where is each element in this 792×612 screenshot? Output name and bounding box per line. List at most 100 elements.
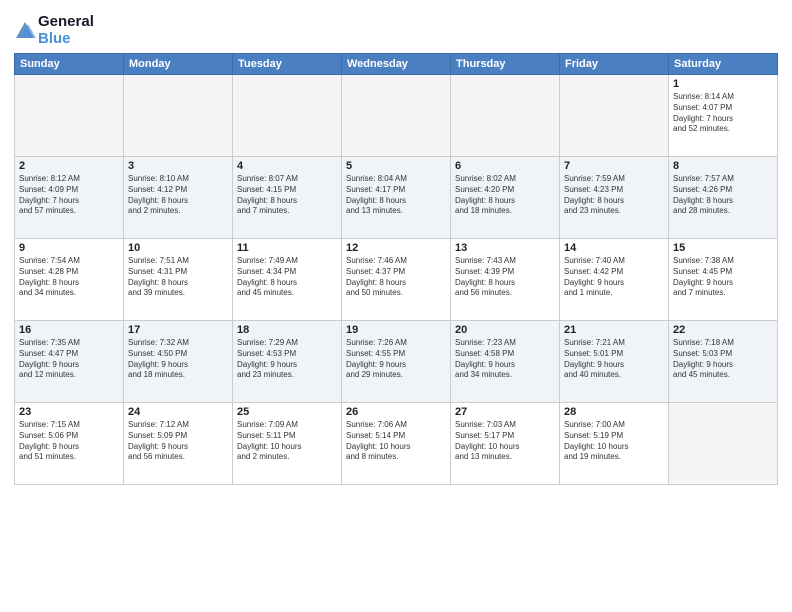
calendar-cell: 3 Sunrise: 8:10 AM Sunset: 4:12 PM Daylig…	[124, 157, 233, 239]
logo: General Blue	[14, 14, 94, 47]
day-number: 9	[19, 242, 119, 254]
day-info: Sunrise: 7:09 AM Sunset: 5:11 PM Dayligh…	[237, 420, 337, 463]
day-info: Sunrise: 8:12 AM Sunset: 4:09 PM Dayligh…	[19, 174, 119, 217]
day-info: Sunrise: 7:35 AM Sunset: 4:47 PM Dayligh…	[19, 338, 119, 381]
calendar-cell	[124, 75, 233, 157]
logo-text: General Blue	[38, 14, 94, 47]
day-number: 19	[346, 324, 446, 336]
day-number: 2	[19, 160, 119, 172]
weekday-header-saturday: Saturday	[669, 54, 778, 75]
day-number: 20	[455, 324, 555, 336]
day-info: Sunrise: 7:00 AM Sunset: 5:19 PM Dayligh…	[564, 420, 664, 463]
day-number: 4	[237, 160, 337, 172]
weekday-header-monday: Monday	[124, 54, 233, 75]
calendar-cell: 11 Sunrise: 7:49 AM Sunset: 4:34 PM Dayli…	[233, 239, 342, 321]
calendar-week-row: 23 Sunrise: 7:15 AM Sunset: 5:06 PM Dayli…	[15, 403, 778, 485]
day-number: 10	[128, 242, 228, 254]
calendar-cell: 9 Sunrise: 7:54 AM Sunset: 4:28 PM Daylig…	[15, 239, 124, 321]
day-info: Sunrise: 8:14 AM Sunset: 4:07 PM Dayligh…	[673, 92, 773, 135]
day-info: Sunrise: 7:26 AM Sunset: 4:55 PM Dayligh…	[346, 338, 446, 381]
day-info: Sunrise: 8:10 AM Sunset: 4:12 PM Dayligh…	[128, 174, 228, 217]
day-info: Sunrise: 7:40 AM Sunset: 4:42 PM Dayligh…	[564, 256, 664, 299]
day-info: Sunrise: 8:02 AM Sunset: 4:20 PM Dayligh…	[455, 174, 555, 217]
day-number: 6	[455, 160, 555, 172]
calendar-cell: 24 Sunrise: 7:12 AM Sunset: 5:09 PM Dayli…	[124, 403, 233, 485]
day-info: Sunrise: 7:03 AM Sunset: 5:17 PM Dayligh…	[455, 420, 555, 463]
calendar-cell	[451, 75, 560, 157]
day-info: Sunrise: 7:29 AM Sunset: 4:53 PM Dayligh…	[237, 338, 337, 381]
calendar-cell: 5 Sunrise: 8:04 AM Sunset: 4:17 PM Daylig…	[342, 157, 451, 239]
calendar-week-row: 16Sunrise: 7:35 AM Sunset: 4:47 PM Dayli…	[15, 321, 778, 403]
day-info: Sunrise: 7:15 AM Sunset: 5:06 PM Dayligh…	[19, 420, 119, 463]
day-number: 5	[346, 160, 446, 172]
calendar-cell: 22 Sunrise: 7:18 AM Sunset: 5:03 PM Dayli…	[669, 321, 778, 403]
day-number: 8	[673, 160, 773, 172]
calendar-cell: 28 Sunrise: 7:00 AM Sunset: 5:19 PM Dayli…	[560, 403, 669, 485]
day-number: 18	[237, 324, 337, 336]
day-number: 11	[237, 242, 337, 254]
calendar-cell: 27 Sunrise: 7:03 AM Sunset: 5:17 PM Dayli…	[451, 403, 560, 485]
day-info: Sunrise: 7:51 AM Sunset: 4:31 PM Dayligh…	[128, 256, 228, 299]
calendar-cell	[669, 403, 778, 485]
day-info: Sunrise: 7:18 AM Sunset: 5:03 PM Dayligh…	[673, 338, 773, 381]
day-info: Sunrise: 7:54 AM Sunset: 4:28 PM Dayligh…	[19, 256, 119, 299]
calendar-cell: 20 Sunrise: 7:23 AM Sunset: 4:58 PM Dayli…	[451, 321, 560, 403]
calendar-week-row: 1 Sunrise: 8:14 AM Sunset: 4:07 PM Daylig…	[15, 75, 778, 157]
page-container: General Blue SundayMondayTuesdayWednesda…	[0, 0, 792, 495]
day-number: 26	[346, 406, 446, 418]
calendar-cell	[233, 75, 342, 157]
weekday-header-thursday: Thursday	[451, 54, 560, 75]
day-number: 13	[455, 242, 555, 254]
calendar-cell: 2 Sunrise: 8:12 AM Sunset: 4:09 PM Daylig…	[15, 157, 124, 239]
day-number: 23	[19, 406, 119, 418]
day-number: 27	[455, 406, 555, 418]
day-number: 24	[128, 406, 228, 418]
day-info: Sunrise: 7:32 AM Sunset: 4:50 PM Dayligh…	[128, 338, 228, 381]
weekday-header-wednesday: Wednesday	[342, 54, 451, 75]
calendar-cell: 18 Sunrise: 7:29 AM Sunset: 4:53 PM Dayli…	[233, 321, 342, 403]
calendar-week-row: 9 Sunrise: 7:54 AM Sunset: 4:28 PM Daylig…	[15, 239, 778, 321]
day-number: 3	[128, 160, 228, 172]
weekday-header-tuesday: Tuesday	[233, 54, 342, 75]
day-number: 12	[346, 242, 446, 254]
day-number: 1	[673, 78, 773, 90]
weekday-header-friday: Friday	[560, 54, 669, 75]
day-info: Sunrise: 7:38 AM Sunset: 4:45 PM Dayligh…	[673, 256, 773, 299]
day-info: Sunrise: 8:07 AM Sunset: 4:15 PM Dayligh…	[237, 174, 337, 217]
calendar-cell: 26 Sunrise: 7:06 AM Sunset: 5:14 PM Dayli…	[342, 403, 451, 485]
day-number: 22	[673, 324, 773, 336]
calendar-cell	[560, 75, 669, 157]
calendar-cell: 19 Sunrise: 7:26 AM Sunset: 4:55 PM Dayli…	[342, 321, 451, 403]
calendar-cell: 25 Sunrise: 7:09 AM Sunset: 5:11 PM Dayli…	[233, 403, 342, 485]
calendar-cell: 15Sunrise: 7:38 AM Sunset: 4:45 PM Dayli…	[669, 239, 778, 321]
day-info: Sunrise: 7:21 AM Sunset: 5:01 PM Dayligh…	[564, 338, 664, 381]
calendar-cell: 8 Sunrise: 7:57 AM Sunset: 4:26 PM Daylig…	[669, 157, 778, 239]
header: General Blue	[14, 10, 778, 47]
day-info: Sunrise: 7:12 AM Sunset: 5:09 PM Dayligh…	[128, 420, 228, 463]
day-info: Sunrise: 7:57 AM Sunset: 4:26 PM Dayligh…	[673, 174, 773, 217]
calendar-cell: 14 Sunrise: 7:40 AM Sunset: 4:42 PM Dayli…	[560, 239, 669, 321]
day-info: Sunrise: 7:23 AM Sunset: 4:58 PM Dayligh…	[455, 338, 555, 381]
logo-icon	[14, 20, 36, 42]
day-number: 14	[564, 242, 664, 254]
day-number: 28	[564, 406, 664, 418]
day-number: 7	[564, 160, 664, 172]
calendar-cell: 10 Sunrise: 7:51 AM Sunset: 4:31 PM Dayli…	[124, 239, 233, 321]
weekday-header-sunday: Sunday	[15, 54, 124, 75]
calendar-cell: 21 Sunrise: 7:21 AM Sunset: 5:01 PM Dayli…	[560, 321, 669, 403]
calendar-cell: 1 Sunrise: 8:14 AM Sunset: 4:07 PM Daylig…	[669, 75, 778, 157]
day-info: Sunrise: 7:06 AM Sunset: 5:14 PM Dayligh…	[346, 420, 446, 463]
calendar-cell: 23 Sunrise: 7:15 AM Sunset: 5:06 PM Dayli…	[15, 403, 124, 485]
calendar-cell: 7Sunrise: 7:59 AM Sunset: 4:23 PM Daylig…	[560, 157, 669, 239]
calendar-cell: 6 Sunrise: 8:02 AM Sunset: 4:20 PM Daylig…	[451, 157, 560, 239]
calendar-cell: 13Sunrise: 7:43 AM Sunset: 4:39 PM Dayli…	[451, 239, 560, 321]
calendar-table: SundayMondayTuesdayWednesdayThursdayFrid…	[14, 53, 778, 485]
calendar-cell	[342, 75, 451, 157]
day-number: 25	[237, 406, 337, 418]
day-number: 21	[564, 324, 664, 336]
day-info: Sunrise: 8:04 AM Sunset: 4:17 PM Dayligh…	[346, 174, 446, 217]
day-info: Sunrise: 7:49 AM Sunset: 4:34 PM Dayligh…	[237, 256, 337, 299]
calendar-cell: 17Sunrise: 7:32 AM Sunset: 4:50 PM Dayli…	[124, 321, 233, 403]
weekday-header-row: SundayMondayTuesdayWednesdayThursdayFrid…	[15, 54, 778, 75]
calendar-cell: 12Sunrise: 7:46 AM Sunset: 4:37 PM Dayli…	[342, 239, 451, 321]
